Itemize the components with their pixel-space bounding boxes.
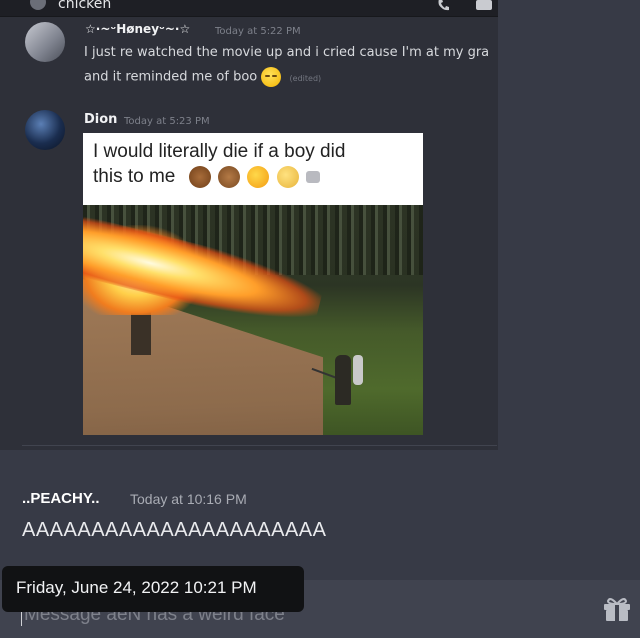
avatar[interactable] bbox=[25, 22, 65, 62]
edited-tag: (edited) bbox=[289, 73, 322, 83]
video-icon[interactable] bbox=[476, 0, 492, 10]
message-timestamp: Today at 5:23 PM bbox=[124, 116, 210, 127]
see-no-evil-monkey-icon bbox=[188, 166, 211, 189]
message-timestamp: Today at 5:22 PM bbox=[215, 26, 301, 37]
timestamp-tooltip-text: Friday, June 24, 2022 10:21 PM bbox=[16, 578, 257, 597]
heart-icon bbox=[305, 171, 320, 184]
channel-avatar bbox=[30, 0, 46, 10]
message-text-line2: and it reminded me of boo (edited) bbox=[84, 67, 321, 87]
person-with-flamethrower bbox=[335, 355, 351, 405]
message-timestamp: Today at 10:16 PM bbox=[130, 491, 247, 507]
embedded-chat-screenshot: chicken ☆·~ᵕHøneyᵕ~·☆ Today at 5:22 PM I… bbox=[0, 0, 498, 450]
meme-emoji-row bbox=[188, 164, 322, 189]
message-username[interactable]: Dion bbox=[84, 112, 117, 127]
meme-caption: I would literally die if a boy did this … bbox=[93, 139, 423, 189]
flamethrower-photo bbox=[83, 205, 423, 435]
meme-caption-line2-wrap: this to me bbox=[93, 164, 423, 189]
crying-face-icon bbox=[276, 166, 299, 189]
monkey-face-icon bbox=[217, 166, 240, 189]
heart-eyes-icon bbox=[247, 166, 270, 189]
phone-icon[interactable] bbox=[436, 0, 454, 15]
relieved-face-icon bbox=[261, 67, 282, 87]
message-divider bbox=[22, 445, 497, 446]
avatar[interactable] bbox=[25, 110, 65, 150]
message-username[interactable]: ..PEACHY.. bbox=[22, 490, 100, 507]
meme-image[interactable]: I would literally die if a boy did this … bbox=[83, 133, 423, 435]
message-text-content: and it reminded me of boo bbox=[84, 69, 258, 85]
channel-name: chicken bbox=[58, 0, 112, 12]
fuel-tank bbox=[353, 355, 363, 385]
message-text: AAAAAAAAAAAAAAAAAAAAAA bbox=[22, 519, 327, 541]
gift-icon[interactable] bbox=[602, 596, 632, 622]
meme-caption-line1: I would literally die if a boy did bbox=[93, 141, 346, 162]
message-text: I just re watched the movie up and i cri… bbox=[84, 45, 490, 60]
meme-caption-line2: this to me bbox=[93, 166, 176, 187]
message-username[interactable]: ☆·~ᵕHøneyᵕ~·☆ bbox=[85, 22, 190, 36]
channel-header: chicken bbox=[0, 0, 498, 17]
